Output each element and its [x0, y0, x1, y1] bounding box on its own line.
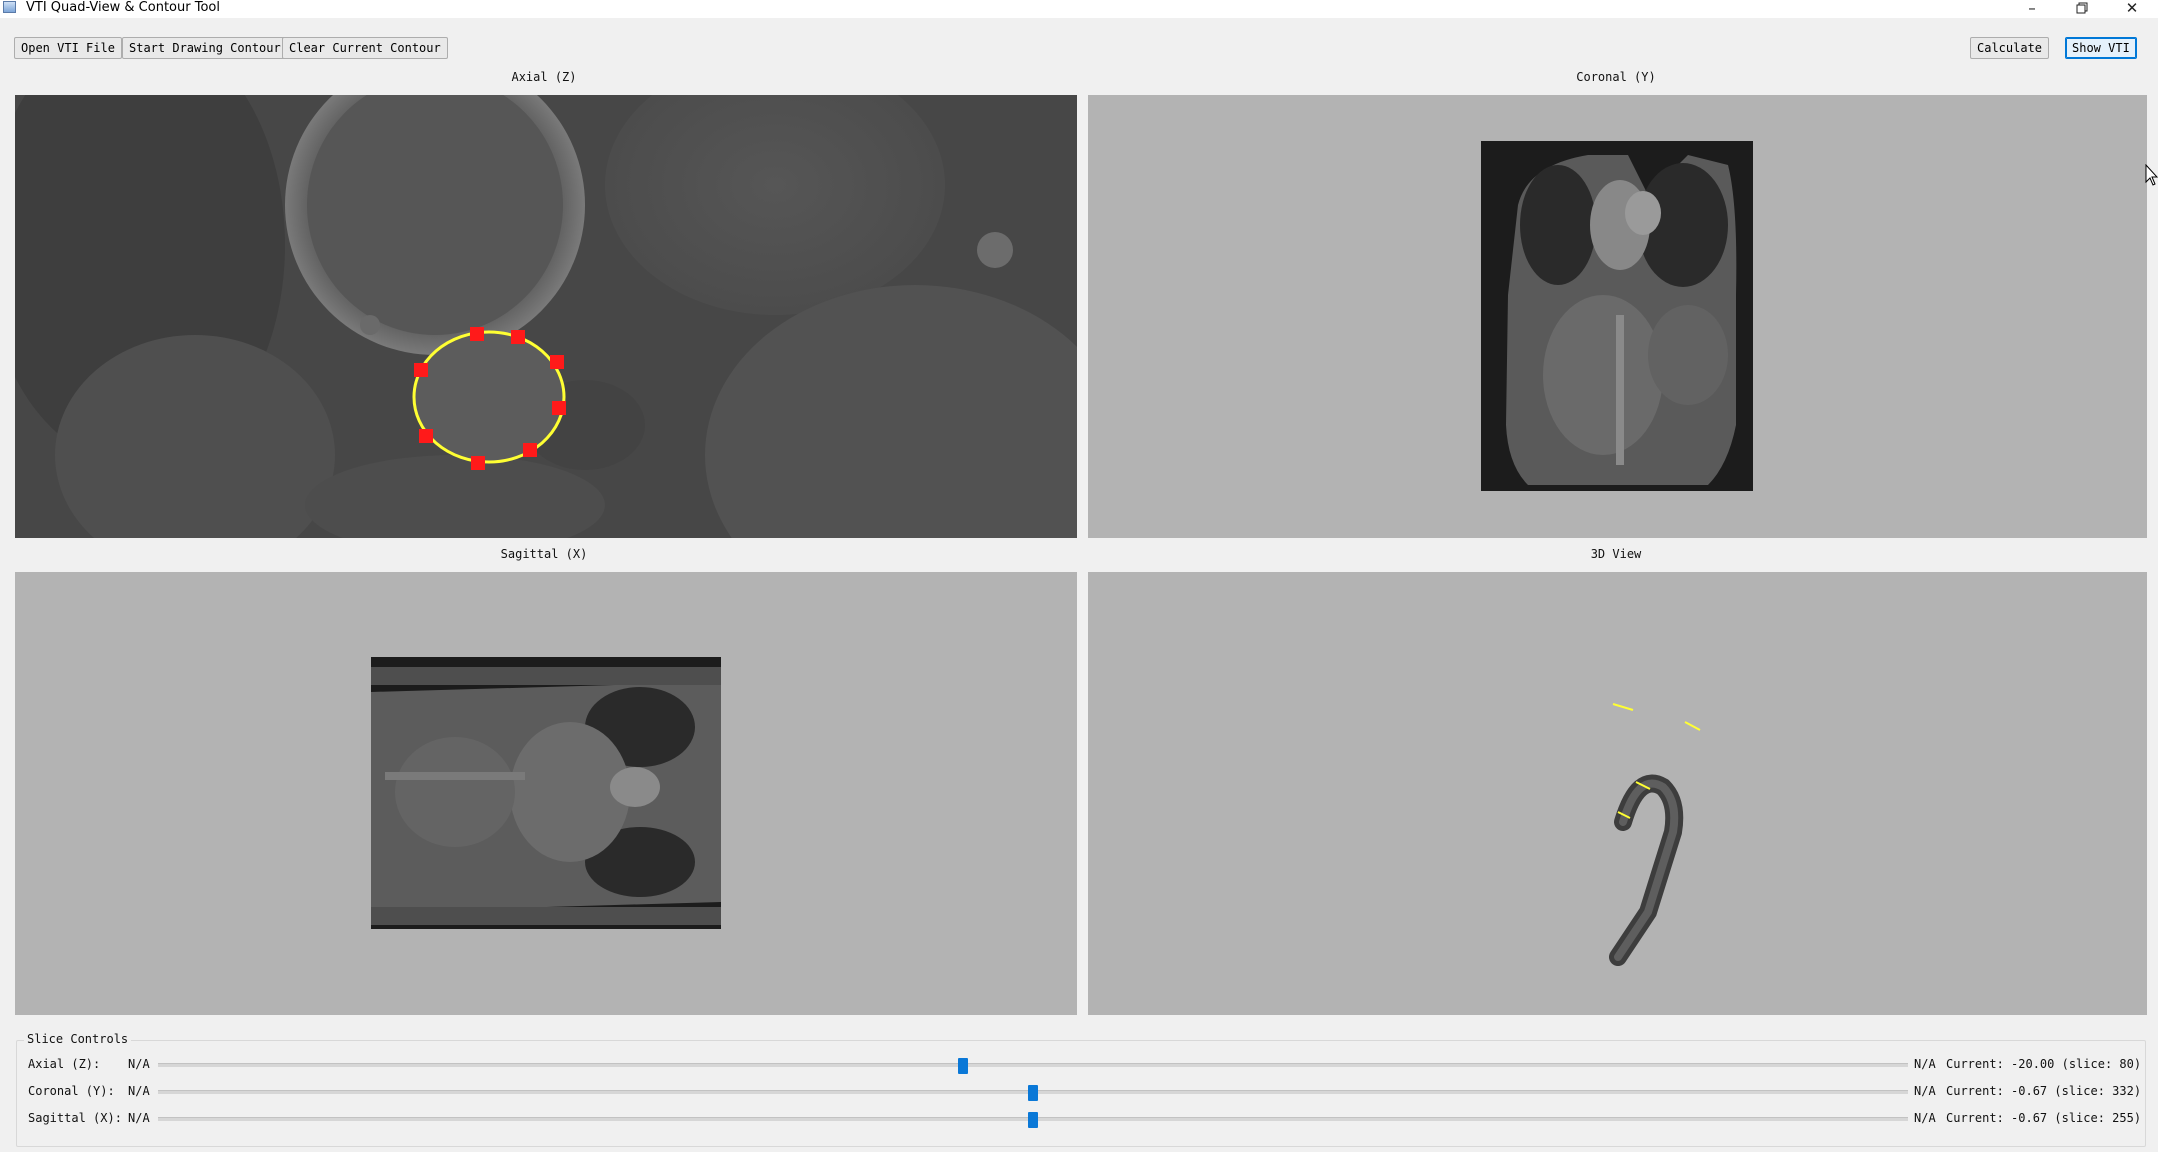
sagittal-view-label: Sagittal (X)	[500, 547, 588, 561]
show-vti-button[interactable]: Show VTI	[2065, 37, 2137, 59]
coronal-slider-current: Current: -0.67 (slice: 332)	[1946, 1084, 2142, 1098]
sagittal-slider-handle[interactable]	[1028, 1112, 1038, 1128]
open-vti-file-button[interactable]: Open VTI File	[14, 37, 122, 59]
contour-outline	[412, 330, 566, 464]
coronal-slider-row: Coronal (Y): N/A N/A Current: -0.67 (sli…	[16, 1082, 2146, 1102]
axial-slider-label: Axial (Z):	[28, 1057, 101, 1071]
start-drawing-contour-button[interactable]: Start Drawing Contour	[122, 37, 288, 59]
axial-slider-handle[interactable]	[958, 1058, 969, 1074]
sagittal-ct-image	[371, 657, 721, 929]
slice-controls-title: Slice Controls	[24, 1032, 132, 1046]
sagittal-slider-current: Current: -0.67 (slice: 255)	[1946, 1111, 2142, 1125]
mouse-cursor-icon	[2145, 164, 2158, 186]
close-icon[interactable]: ✕	[2112, 0, 2152, 17]
sagittal-slider-min: N/A	[128, 1111, 150, 1125]
coronal-slider-track[interactable]	[158, 1085, 1908, 1101]
3d-vessel-model	[1609, 703, 1701, 966]
sagittal-slider-max: N/A	[1914, 1111, 1936, 1125]
3d-viewport[interactable]: Z Y	[1088, 572, 2147, 1015]
axial-slider-max: N/A	[1914, 1057, 1936, 1071]
sagittal-slider-track[interactable]	[158, 1112, 1908, 1128]
axial-viewport[interactable]	[15, 95, 1077, 538]
coronal-slider-handle[interactable]	[1028, 1085, 1038, 1101]
slice-controls-panel: Slice Controls Axial (Z): N/A N/A Curren…	[16, 1032, 2146, 1147]
title-bar: VTI Quad-View & Contour Tool – ✕	[0, 0, 2158, 18]
coronal-ct-image	[1481, 141, 1753, 491]
axial-slider-row: Axial (Z): N/A N/A Current: -20.00 (slic…	[16, 1055, 2146, 1075]
coronal-slider-label: Coronal (Y):	[28, 1084, 115, 1098]
sagittal-viewport[interactable]	[15, 572, 1077, 1015]
axial-slider-track[interactable]	[158, 1058, 1908, 1074]
axial-slider-min: N/A	[128, 1057, 150, 1071]
axial-ct-image	[15, 95, 1077, 538]
coronal-viewport[interactable]	[1088, 95, 2147, 538]
calculate-button[interactable]: Calculate	[1970, 37, 2050, 59]
window-title: VTI Quad-View & Contour Tool	[26, 0, 220, 15]
app-icon	[3, 1, 16, 13]
sagittal-slider-row: Sagittal (X): N/A N/A Current: -0.67 (sl…	[16, 1109, 2146, 1129]
clear-current-contour-button[interactable]: Clear Current Contour	[282, 37, 448, 59]
minimize-icon[interactable]: –	[2012, 0, 2052, 17]
restore-icon[interactable]	[2062, 0, 2102, 16]
coronal-slider-min: N/A	[128, 1084, 150, 1098]
axial-view-label: Axial (Z)	[511, 70, 577, 84]
axial-slider-current: Current: -20.00 (slice: 80)	[1946, 1057, 2142, 1071]
coronal-view-label: Coronal (Y)	[1576, 70, 1656, 84]
3d-view-label: 3D View	[1590, 547, 1642, 561]
coronal-slider-max: N/A	[1914, 1084, 1936, 1098]
sagittal-slider-label: Sagittal (X):	[28, 1111, 122, 1125]
